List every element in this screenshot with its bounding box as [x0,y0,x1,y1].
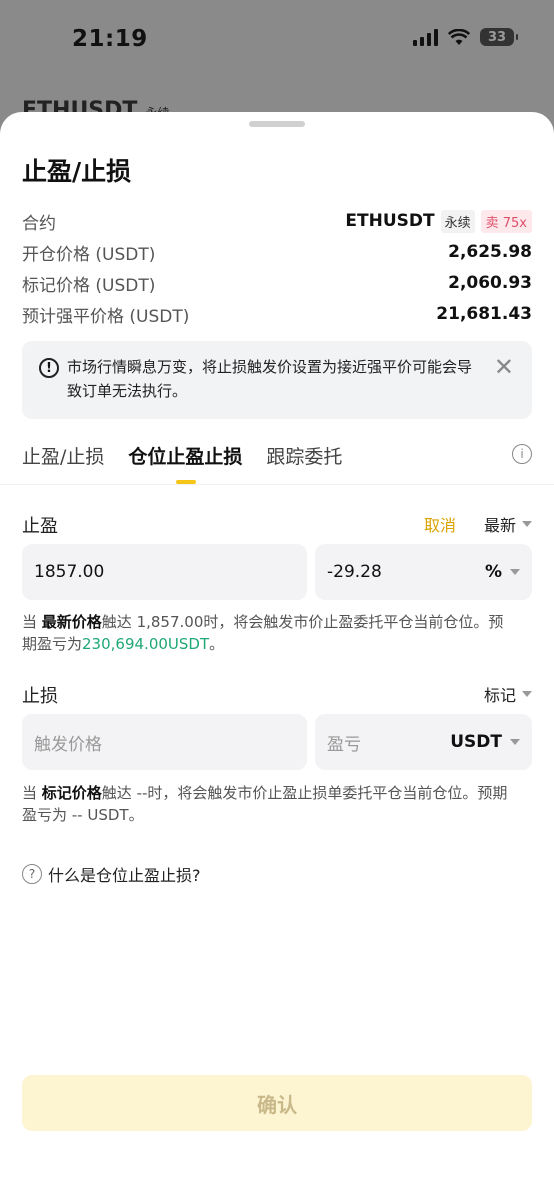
chevron-down-icon [510,569,520,575]
sheet-grabber[interactable] [249,121,305,127]
take-profit-description: 当 最新价格触达 1,857.00时，将会触发市价止盈委托平仓当前仓位。预期盈亏… [22,611,512,655]
liq-price-value: 21,681.43 [436,304,532,324]
take-profit-pnl-input[interactable]: -29.28 % [315,544,532,600]
mark-price-label: 标记价格 (USDT) [22,275,156,296]
contract-type-badge: 永续 [440,209,475,233]
warning-text: 市场行情瞬息万变，将止损触发价设置为接近强平价可能会导致订单无法执行。 [67,358,473,400]
liq-price-label: 预计强平价格 (USDT) [22,306,190,327]
wifi-icon [448,28,470,45]
mark-price-row: 标记价格 (USDT) 2,060.93 [22,268,532,298]
status-bar: 21:19 33 ETHUSDT永续 [0,0,554,123]
confirm-button[interactable]: 确认 [22,1075,532,1131]
contract-side-badge: 卖 75x [480,209,532,233]
question-icon: ? [22,864,42,884]
take-profit-controls: 取消 最新 [424,512,532,536]
warning-banner: ! 市场行情瞬息万变，将止损触发价设置为接近强平价可能会导致订单无法执行。 ✕ [22,341,532,419]
stop-loss-pnl-placeholder: 盈亏 [327,734,361,755]
entry-price-label: 开仓价格 (USDT) [22,244,156,265]
stop-loss-pnl-input[interactable]: 盈亏 USDT [315,714,532,770]
stop-loss-description: 当 标记价格触达 --时，将会触发市价止盈止损单委托平仓当前仓位。预期盈亏为 -… [22,782,512,826]
stop-loss-title: 止损 [22,686,58,707]
tab-position-tp-sl[interactable]: 仓位止盈止损 [128,442,242,484]
stop-loss-price-input[interactable]: 触发价格 [22,714,307,770]
tab-tp-sl[interactable]: 止盈/止损 [22,442,104,484]
status-time: 21:19 [72,26,148,52]
take-profit-cancel-button[interactable]: 取消 [424,512,456,536]
sheet-title: 止盈/止损 [22,157,132,186]
order-tabs: 止盈/止损 仓位止盈止损 跟踪委托 i [22,442,532,484]
liq-price-row: 预计强平价格 (USDT) 21,681.43 [22,299,532,329]
tp-desc-amount: 230,694.00USDT [82,635,210,653]
status-icons: 33 [413,28,518,46]
take-profit-title: 止盈 [22,516,58,537]
stop-loss-unit-label: USDT [450,732,502,752]
take-profit-price-value: 1857.00 [34,562,105,582]
chevron-down-icon [522,691,532,697]
entry-price-row: 开仓价格 (USDT) 2,625.98 [22,237,532,267]
battery-icon: 33 [480,28,518,46]
help-link[interactable]: ? 什么是仓位止盈止损? [22,862,201,886]
stop-loss-controls: 标记 [484,682,532,706]
chevron-down-icon [522,521,532,527]
take-profit-price-input[interactable]: 1857.00 [22,544,307,600]
take-profit-pnl-value: -29.28 [327,562,382,582]
help-text: 什么是仓位止盈止损? [48,866,201,885]
take-profit-price-type-select[interactable]: 最新 [484,512,532,536]
close-icon[interactable]: ✕ [494,355,514,379]
contract-label: 合约 [22,213,56,234]
stop-loss-price-type-label: 标记 [483,686,516,705]
contract-value: ETHUSDT [345,211,435,231]
stop-loss-price-type-select[interactable]: 标记 [484,682,532,706]
contract-row: 合约 ETHUSDT 永续 卖 75x [22,206,532,236]
stop-loss-unit-select[interactable]: USDT [450,732,520,752]
sl-desc-bold: 标记价格 [41,784,102,802]
tp-sl-sheet: 止盈/止损 合约 ETHUSDT 永续 卖 75x 开仓价格 (USDT) 2,… [0,112,554,1200]
take-profit-unit-select[interactable]: % [485,562,520,582]
take-profit-price-type-label: 最新 [483,516,516,535]
stop-loss-price-placeholder: 触发价格 [34,734,102,755]
signal-icon [413,28,438,46]
alert-icon: ! [39,358,59,378]
take-profit-unit-label: % [484,562,502,582]
chevron-down-icon [510,739,520,745]
info-icon[interactable]: i [512,444,532,464]
tp-desc-bold: 最新价格 [41,613,102,631]
sl-desc-prefix: 当 [22,784,42,802]
tp-desc-end: 。 [209,635,225,653]
tabs-divider [0,484,554,485]
contract-tags: ETHUSDT 永续 卖 75x [345,209,532,233]
tab-trailing-order[interactable]: 跟踪委托 [266,442,342,484]
entry-price-value: 2,625.98 [448,242,532,262]
tp-desc-prefix: 当 [22,613,42,631]
mark-price-value: 2,060.93 [448,273,532,293]
